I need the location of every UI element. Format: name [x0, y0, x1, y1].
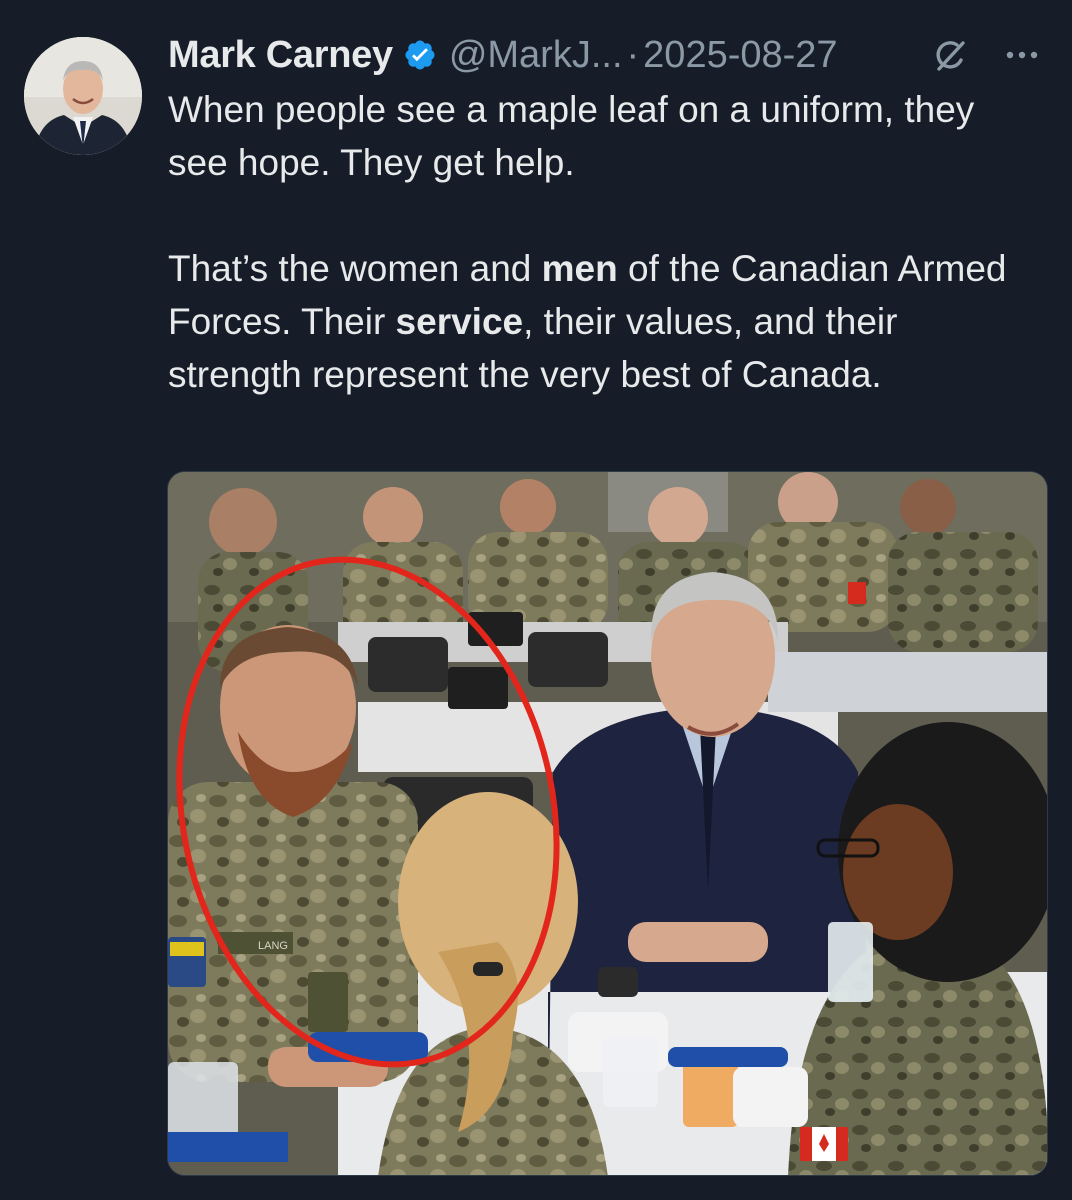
tweet-photo[interactable]: LANG — [167, 471, 1048, 1176]
more-dots-icon[interactable] — [1002, 40, 1042, 70]
bold-text-men: men — [541, 248, 618, 289]
tweet-text: When people see a maple leaf on a unifor… — [168, 83, 1038, 401]
tweet-card[interactable]: Mark Carney @MarkJ... · 2025-08-27 When … — [0, 0, 1072, 1200]
person-avatar-icon — [24, 37, 142, 155]
name-tape: LANG — [258, 940, 288, 952]
tweet-header: Mark Carney @MarkJ... · 2025-08-27 — [168, 30, 838, 80]
author-avatar[interactable] — [24, 37, 142, 155]
photo-canteen-scene: LANG — [168, 472, 1047, 1175]
tweet-paragraph-2: That’s the women and men of the Canadian… — [168, 242, 1038, 401]
verified-badge-icon — [403, 38, 437, 72]
tweet-date[interactable]: 2025-08-27 — [643, 34, 837, 77]
author-handle[interactable]: @MarkJ... — [449, 34, 623, 77]
grok-icon[interactable] — [930, 36, 970, 76]
tweet-paragraph-1: When people see a maple leaf on a unifor… — [168, 89, 975, 183]
author-name[interactable]: Mark Carney — [168, 34, 393, 77]
bold-text-service: service — [395, 301, 524, 342]
meta-separator: · — [626, 33, 640, 76]
text-segment: That’s the women and — [168, 248, 542, 289]
